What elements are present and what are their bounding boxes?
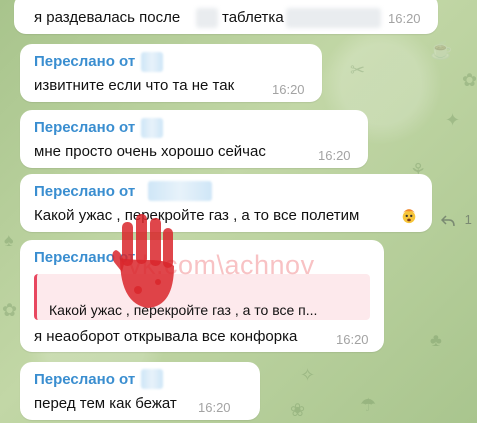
message-time: 16:20 — [336, 332, 369, 347]
message-text: извитните если что та не так — [34, 77, 235, 94]
reply-count: 1 — [464, 212, 472, 227]
message-text: перед тем как бежат — [34, 395, 177, 412]
message-bubble[interactable]: Переслано от Какой ужас , перекройте газ… — [20, 174, 432, 232]
message-time: 16:20 — [272, 82, 305, 97]
doodle-icon: ♠ — [4, 230, 14, 250]
redacted-blur — [196, 8, 218, 28]
doodle-icon: ✧ — [300, 365, 316, 385]
doodle-icon: ✿ — [462, 70, 477, 90]
forwarded-from-label: Переслано от — [34, 183, 136, 200]
doodle-icon: ✿ — [2, 300, 18, 320]
red-hand-stamp-icon — [112, 214, 174, 308]
message-bubble[interactable]: Переслано от мне просто очень хорошо сей… — [20, 110, 368, 168]
message-time: 16:20 — [198, 400, 231, 415]
forwarded-sender-name-blurred[interactable] — [148, 181, 212, 201]
message-text-tail: таблетка — [222, 9, 284, 26]
forwarded-from-label: Переслано от — [34, 53, 136, 70]
reply-arrow-icon — [440, 215, 455, 226]
message-text: я раздевалась после — [34, 9, 181, 26]
doodle-icon: ✂ — [350, 60, 366, 80]
reply-counter[interactable]: 1 — [440, 212, 472, 227]
doodle-icon: ☂ — [360, 395, 377, 415]
message-bubble[interactable]: я раздевалась после таблетка 16:20 — [14, 0, 438, 34]
message-bubble[interactable]: Переслано от извитните если что та не та… — [20, 44, 322, 102]
forwarded-sender-name-blurred[interactable] — [141, 369, 163, 389]
forwarded-sender-name-blurred[interactable] — [141, 118, 163, 138]
message-text: мне просто очень хорошо сейчас — [34, 143, 266, 160]
exploding-head-emoji-icon — [402, 209, 416, 224]
message-time: 16:20 — [388, 11, 421, 26]
forwarded-from-label: Переслано от — [34, 119, 136, 136]
doodle-icon: ❀ — [290, 400, 306, 420]
forwarded-sender-name-blurred[interactable] — [141, 52, 163, 72]
message-text: Какой ужас , перекройте газ , а то все п… — [34, 207, 360, 224]
message-text: я неаоборот открывала все конфорка — [34, 328, 298, 345]
forwarded-from-label: Переслано от — [34, 371, 136, 388]
doodle-icon: ✦ — [445, 110, 461, 130]
message-bubble[interactable]: Переслано от перед тем как бежат 16:20 — [20, 362, 260, 420]
doodle-icon: ☕ — [430, 40, 453, 60]
doodle-icon: ♣ — [430, 330, 442, 350]
redacted-blur — [286, 8, 381, 28]
message-time: 16:20 — [318, 148, 351, 163]
